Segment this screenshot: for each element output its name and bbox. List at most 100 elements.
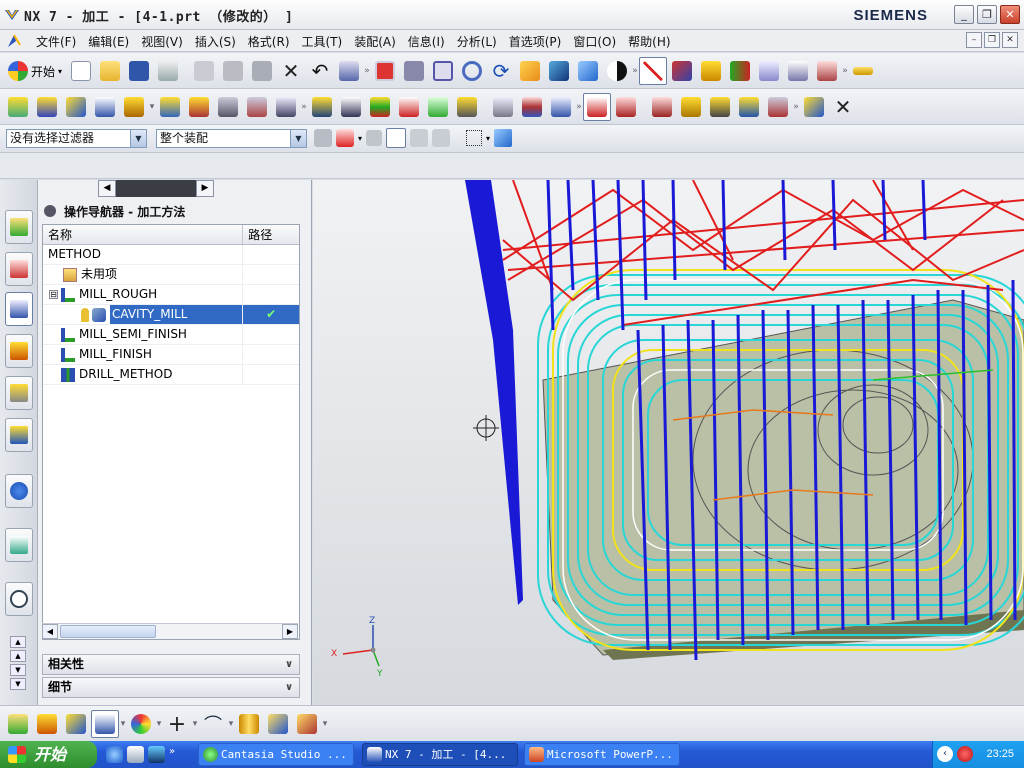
- scroll-right-icon[interactable]: ▶: [282, 624, 298, 639]
- undo-button[interactable]: ↶: [306, 57, 334, 85]
- cube-select-icon[interactable]: [494, 129, 513, 147]
- menu-edit[interactable]: 编辑(E): [82, 33, 135, 50]
- cut-button[interactable]: [190, 57, 218, 85]
- check-button[interactable]: [424, 93, 452, 121]
- more-icon[interactable]: »: [169, 746, 175, 763]
- menu-format[interactable]: 格式(R): [242, 33, 296, 50]
- snap-point-icon[interactable]: [336, 129, 354, 147]
- create-operation-button[interactable]: [120, 93, 148, 121]
- render-style-button[interactable]: [574, 57, 602, 85]
- color-button[interactable]: [127, 710, 155, 738]
- scroll-up-icon[interactable]: ▲: [10, 636, 26, 648]
- bottom-machine-button[interactable]: [33, 710, 61, 738]
- menu-preferences[interactable]: 首选项(P): [503, 33, 568, 50]
- menu-info[interactable]: 信息(I): [402, 33, 451, 50]
- toolpath-button[interactable]: [453, 93, 481, 121]
- block-button[interactable]: [264, 710, 292, 738]
- report-button[interactable]: [547, 93, 575, 121]
- tab-info[interactable]: [5, 474, 33, 508]
- chevron-down-icon[interactable]: ∨: [281, 679, 297, 696]
- scope-combo[interactable]: 整个装配 ▼: [156, 129, 307, 148]
- tree-row-mill-rough[interactable]: ⊟ MILL_ROUGH: [43, 285, 299, 305]
- cut-object-button[interactable]: [185, 93, 213, 121]
- media-icon[interactable]: [127, 746, 144, 763]
- close-button[interactable]: ✕: [1000, 5, 1020, 24]
- minimize-button[interactable]: _: [954, 5, 974, 24]
- nav-object-button[interactable]: [735, 93, 763, 121]
- chevron-down-icon[interactable]: ∨: [281, 656, 297, 673]
- delete-button[interactable]: ✕: [277, 57, 305, 85]
- task-camtasia[interactable]: Cantasia Studio ...: [198, 743, 354, 766]
- graphics-window[interactable]: Z X Y: [313, 180, 1024, 705]
- orient-view-button[interactable]: [603, 57, 631, 85]
- scroll-left-icon[interactable]: ◀: [42, 624, 58, 639]
- clear-button[interactable]: ✕: [829, 93, 857, 121]
- select-edges-icon[interactable]: [410, 129, 429, 147]
- maximize-button[interactable]: ❐: [977, 5, 997, 24]
- menu-view[interactable]: 视图(V): [135, 33, 189, 50]
- zoom-button[interactable]: [458, 57, 486, 85]
- tab-web-browser[interactable]: [5, 528, 33, 562]
- output-button[interactable]: [395, 93, 423, 121]
- selection-button[interactable]: [335, 57, 363, 85]
- menu-analysis[interactable]: 分析(L): [451, 33, 503, 50]
- doc-close-button[interactable]: ✕: [1002, 32, 1018, 48]
- column-path-header[interactable]: 路径: [243, 225, 299, 244]
- list-button[interactable]: [366, 93, 394, 121]
- zoom-window-button[interactable]: [400, 57, 428, 85]
- display-button[interactable]: [800, 93, 828, 121]
- tree-horizontal-scrollbar[interactable]: ◀ ▶: [42, 623, 298, 639]
- open-file-button[interactable]: [96, 57, 124, 85]
- extrude-button[interactable]: [293, 710, 321, 738]
- tray-record-icon[interactable]: [957, 746, 973, 762]
- new-file-button[interactable]: [67, 57, 95, 85]
- tab-part-navigator[interactable]: [5, 252, 33, 286]
- navigator-machine-button[interactable]: [612, 93, 640, 121]
- menu-assembly[interactable]: 装配(A): [348, 33, 402, 50]
- tab-operation-navigator[interactable]: [5, 292, 33, 326]
- scroll-up-icon[interactable]: ▲: [10, 650, 26, 662]
- select-bodies-icon[interactable]: [432, 129, 451, 147]
- tree-row-method[interactable]: METHOD: [43, 245, 299, 265]
- post-process-button[interactable]: [784, 57, 812, 85]
- create-program-button[interactable]: [4, 93, 32, 121]
- pan-button[interactable]: [516, 57, 544, 85]
- doc-minimize-button[interactable]: –: [966, 32, 982, 48]
- column-name-header[interactable]: 名称: [43, 225, 244, 244]
- menu-insert[interactable]: 插入(S): [189, 33, 242, 50]
- type-filter-combo[interactable]: 没有选择过滤器 ▼: [6, 129, 147, 148]
- doc-restore-button[interactable]: ❐: [984, 32, 1000, 48]
- flag-button[interactable]: [489, 93, 517, 121]
- tree-row-cavity-mill[interactable]: CAVITY_MILL ✔: [43, 305, 299, 325]
- point-button[interactable]: +: [163, 710, 191, 738]
- machine-button[interactable]: [518, 93, 546, 121]
- tab-machine-navigator[interactable]: [5, 334, 33, 368]
- nav-geometry-button[interactable]: [677, 93, 705, 121]
- collapse-icon[interactable]: ⊟: [49, 290, 58, 299]
- task-nx[interactable]: NX 7 - 加工 - [4...: [362, 743, 518, 766]
- zoom-area-button[interactable]: [429, 57, 457, 85]
- nav-feature-button[interactable]: [764, 93, 792, 121]
- tree-row-drill-method[interactable]: DRILL_METHOD: [43, 365, 299, 385]
- tray-expand-icon[interactable]: ‹: [937, 746, 953, 762]
- edit-object-button[interactable]: [156, 93, 184, 121]
- create-tool-button[interactable]: [33, 93, 61, 121]
- menu-help[interactable]: 帮助(H): [622, 33, 676, 50]
- tab-history[interactable]: [5, 582, 33, 616]
- rotate-button[interactable]: ⟳: [487, 57, 515, 85]
- verify-button[interactable]: [755, 57, 783, 85]
- select-faces-icon[interactable]: [386, 128, 407, 148]
- scroll-right-icon[interactable]: ▶: [196, 180, 214, 197]
- save-button[interactable]: [125, 57, 153, 85]
- fit-button[interactable]: [371, 57, 399, 85]
- menu-window[interactable]: 窗口(O): [567, 33, 622, 50]
- ie-icon[interactable]: [106, 746, 123, 763]
- print-button[interactable]: [154, 57, 182, 85]
- bottom-program-button[interactable]: [4, 710, 32, 738]
- section-dependencies[interactable]: 相关性 ∨: [42, 654, 300, 675]
- tab-reuse-library[interactable]: [5, 376, 33, 410]
- tool-button[interactable]: [697, 57, 725, 85]
- tree-row-mill-finish[interactable]: MILL_FINISH: [43, 345, 299, 365]
- paste-button[interactable]: [248, 57, 276, 85]
- task-powerpoint[interactable]: Microsoft PowerP...: [524, 743, 680, 766]
